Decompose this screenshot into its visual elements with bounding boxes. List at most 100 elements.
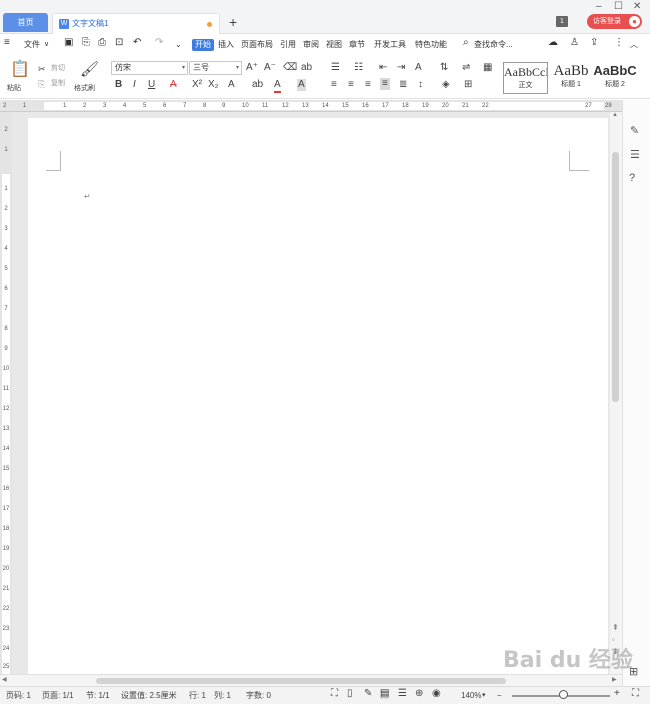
status-pages[interactable]: 页面: 1/1: [42, 691, 74, 701]
command-search[interactable]: 查找命令...: [474, 40, 513, 50]
align-right-icon[interactable]: ≡: [365, 79, 371, 91]
copy-button[interactable]: 复制: [51, 78, 65, 90]
align-left-icon[interactable]: ≡: [331, 79, 337, 91]
menu-tab-developer[interactable]: 开发工具: [374, 40, 406, 50]
menu-tab-insert[interactable]: 插入: [218, 40, 234, 50]
write-mode-icon[interactable]: ✎: [364, 689, 372, 699]
vertical-ruler[interactable]: 2 1 1 2 3 4 5 6 7 8 9 10 11 12 13 14 15 …: [0, 112, 12, 674]
format-painter-button[interactable]: 格式刷: [74, 83, 95, 95]
menu-file[interactable]: 文件: [24, 40, 40, 50]
login-button[interactable]: 访客登录 ●: [587, 14, 642, 29]
page-view-icon[interactable]: ▤: [380, 689, 390, 699]
char-shading-icon[interactable]: A: [297, 79, 306, 91]
border-icon[interactable]: ⊞: [464, 79, 472, 91]
format-painter-icon[interactable]: 🖌: [80, 61, 99, 79]
tab-home[interactable]: 首页: [3, 13, 48, 32]
outline-view-icon[interactable]: ☰: [398, 689, 407, 699]
sort-icon[interactable]: ⇅: [440, 62, 448, 74]
new-tab-button[interactable]: +: [229, 14, 237, 30]
print-icon[interactable]: ⎙: [98, 38, 106, 48]
print-preview-icon[interactable]: ⊡: [115, 38, 123, 48]
horizontal-scrollbar[interactable]: ◀ ▶: [0, 674, 622, 686]
zoom-level[interactable]: 140%: [461, 691, 481, 701]
menu-tab-references[interactable]: 引用: [280, 40, 296, 50]
close-icon[interactable]: ✕: [633, 1, 641, 12]
export-icon[interactable]: ⎘: [82, 38, 90, 48]
subscript-icon[interactable]: X₂: [208, 79, 219, 91]
horizontal-ruler[interactable]: 2 1 1 2 3 4 5 6 7 8 9 10 11 12 13 14 15 …: [0, 100, 622, 112]
style-heading2[interactable]: AaBbC 标题 2: [593, 62, 637, 94]
strikethrough-icon[interactable]: A: [170, 79, 177, 91]
status-page-number[interactable]: 页码: 1: [6, 691, 31, 701]
horizontal-scroll-thumb[interactable]: [96, 678, 506, 684]
paste-button[interactable]: 粘贴: [7, 83, 21, 95]
numbered-list-icon[interactable]: ☷: [354, 62, 363, 74]
menu-tab-layout[interactable]: 页面布局: [241, 40, 273, 50]
align-center-icon[interactable]: ≡: [348, 79, 354, 91]
table-grid-icon[interactable]: ▦: [483, 62, 492, 74]
chinese-layout-icon[interactable]: A: [415, 62, 422, 74]
style-normal[interactable]: AaBbCcDd 正文: [503, 62, 548, 94]
show-marks-icon[interactable]: ⇌: [462, 62, 470, 74]
highlight-icon[interactable]: ab: [252, 79, 263, 91]
justify-icon[interactable]: ≡: [380, 78, 390, 90]
cloud-sync-icon[interactable]: ☁: [548, 38, 558, 48]
document-page[interactable]: ↵: [28, 118, 608, 674]
status-setting[interactable]: 设置值: 2.5厘米: [121, 691, 177, 701]
cut-button[interactable]: 剪切: [51, 63, 65, 75]
distributed-icon[interactable]: ≣: [399, 79, 407, 91]
copy-icon[interactable]: ⎘: [38, 78, 45, 90]
minimize-icon[interactable]: –: [596, 1, 602, 12]
italic-icon[interactable]: I: [133, 79, 136, 91]
line-spacing-icon[interactable]: ↕: [418, 79, 423, 91]
scroll-right-icon[interactable]: ▶: [612, 676, 617, 683]
edit-pen-icon[interactable]: ✎: [630, 124, 639, 137]
menu-tab-view[interactable]: 视图: [326, 40, 342, 50]
help-icon[interactable]: ?: [629, 172, 635, 184]
vertical-scrollbar[interactable]: ▲ ⇞ ◦ ⇟: [610, 112, 622, 674]
shrink-font-icon[interactable]: A⁻: [264, 62, 276, 74]
more-options-icon[interactable]: ⋮: [614, 38, 624, 48]
redo-icon[interactable]: ↷: [155, 38, 163, 48]
undo-icon[interactable]: ↶: [133, 38, 141, 48]
font-name-select[interactable]: 仿宋 ▾: [111, 61, 188, 75]
paste-icon[interactable]: 📋: [10, 61, 30, 79]
underline-icon[interactable]: U: [148, 79, 155, 91]
collapse-ribbon-icon[interactable]: ︿: [630, 40, 638, 50]
font-size-select[interactable]: 三号 ▾: [189, 61, 242, 75]
tab-document[interactable]: W 文字文稿1: [52, 13, 220, 34]
share-icon[interactable]: ⇪: [590, 38, 598, 48]
style-heading1[interactable]: AaBb 标题 1: [549, 62, 593, 94]
decrease-indent-icon[interactable]: ⇤: [379, 62, 387, 74]
hamburger-icon[interactable]: ≡: [4, 38, 10, 48]
grow-font-icon[interactable]: A⁺: [246, 62, 258, 74]
font-color-icon[interactable]: A: [274, 79, 281, 93]
quick-access-more-icon[interactable]: ⌄: [175, 40, 182, 50]
superscript-icon[interactable]: X²: [192, 79, 202, 91]
chevron-down-icon[interactable]: ∨: [44, 40, 49, 50]
scroll-up-icon[interactable]: ▲: [612, 112, 618, 118]
bold-icon[interactable]: B: [115, 79, 122, 91]
web-view-icon[interactable]: ⊕: [415, 689, 423, 699]
status-col[interactable]: 列: 1: [214, 691, 231, 701]
text-effect-icon[interactable]: A: [228, 79, 235, 91]
adjust-settings-icon[interactable]: ☰: [630, 148, 640, 161]
zoom-dropdown-icon[interactable]: ▾: [482, 691, 486, 701]
prev-page-icon[interactable]: ⇞: [612, 623, 619, 632]
menu-tab-features[interactable]: 特色功能: [415, 40, 447, 50]
bullet-list-icon[interactable]: ☰: [331, 62, 340, 74]
window-count-badge[interactable]: 1: [556, 16, 568, 27]
shading-icon[interactable]: ◈: [442, 79, 450, 91]
increase-indent-icon[interactable]: ⇥: [397, 62, 405, 74]
read-mode-icon[interactable]: ▯: [347, 689, 353, 699]
search-icon[interactable]: ⌕: [463, 38, 469, 48]
status-section[interactable]: 节: 1/1: [86, 691, 110, 701]
menu-tab-home[interactable]: 开始: [192, 39, 214, 51]
phonetic-icon[interactable]: ab: [301, 62, 312, 74]
menu-tab-chapter[interactable]: 章节: [349, 40, 365, 50]
zoom-in-icon[interactable]: +: [614, 689, 620, 699]
zoom-out-icon[interactable]: −: [497, 691, 502, 701]
scroll-left-icon[interactable]: ◀: [2, 676, 7, 683]
status-row[interactable]: 行: 1: [189, 691, 206, 701]
eye-protection-icon[interactable]: ◉: [432, 689, 441, 699]
